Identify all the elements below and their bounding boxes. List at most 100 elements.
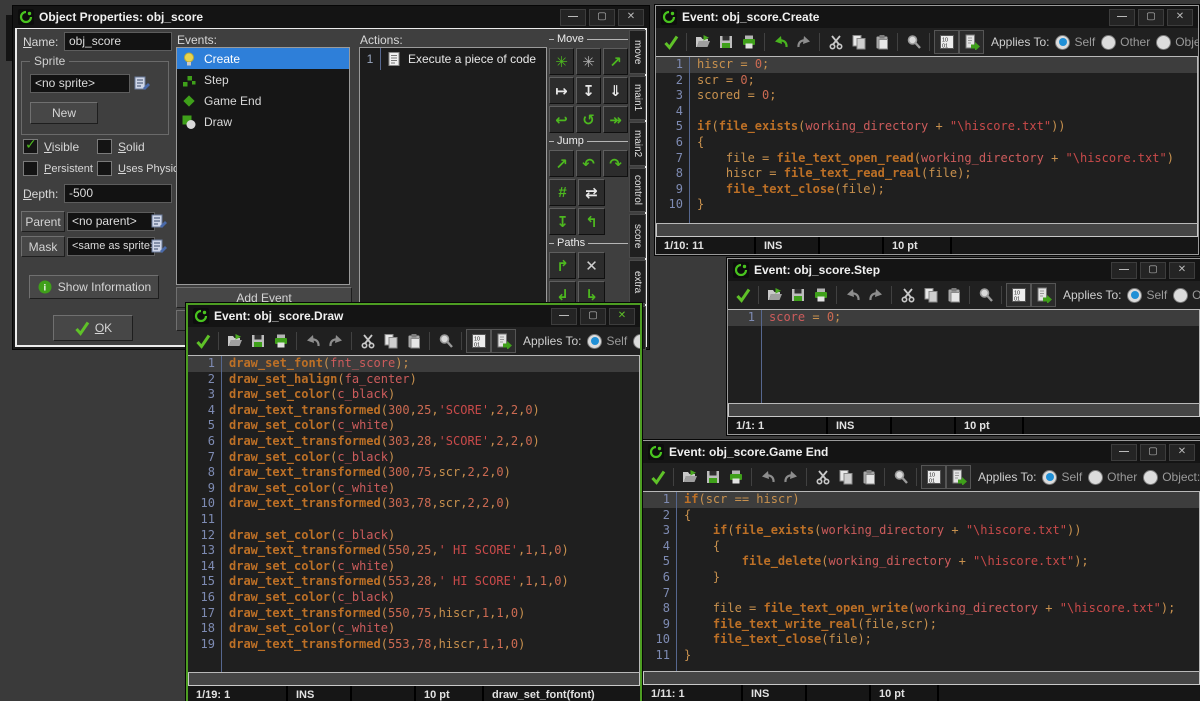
checkbox-icon[interactable] — [97, 139, 112, 154]
action-tab-main1[interactable]: main1 — [629, 76, 646, 120]
code-editor[interactable]: 1hiscr = 0;2scr = 0;3scored = 0;45if(fil… — [656, 56, 1198, 224]
goto-line-button[interactable]: 1001 — [934, 30, 959, 54]
close-icon[interactable]: ✕ — [1169, 444, 1195, 461]
applies-to-option[interactable]: Object: — [1156, 35, 1198, 50]
radio-icon[interactable] — [633, 334, 640, 349]
copy-button[interactable] — [847, 31, 870, 53]
maximize-icon[interactable]: ▢ — [1140, 444, 1166, 461]
maximize-icon[interactable]: ▢ — [1138, 9, 1164, 26]
bounce-button[interactable]: ↰ — [578, 208, 605, 235]
maximize-icon[interactable]: ▢ — [1140, 262, 1166, 279]
cut-button[interactable] — [896, 284, 919, 306]
event-window-titlebar[interactable]: Event: obj_score.Draw—▢✕ — [188, 305, 640, 327]
close-icon[interactable]: ✕ — [618, 9, 644, 26]
path-end-button[interactable]: ✕ — [578, 252, 605, 279]
applies-to-option[interactable]: Other — [1173, 288, 1200, 303]
code-editor[interactable]: 1score = 0; — [728, 309, 1200, 404]
parent-input[interactable]: <no parent> — [67, 212, 155, 231]
radio-icon[interactable] — [1055, 35, 1070, 50]
redo-button[interactable] — [792, 31, 815, 53]
event-window-titlebar[interactable]: Event: obj_score.Create—▢✕ — [656, 6, 1198, 28]
save-button[interactable] — [714, 31, 737, 53]
action-tab-extra[interactable]: extra — [629, 260, 646, 304]
paste-button[interactable] — [870, 31, 893, 53]
checkbox-persistent[interactable]: Persistent — [23, 161, 93, 176]
goto-line-button[interactable]: 1001 — [466, 329, 491, 353]
set-friction-button[interactable]: ↠ — [603, 106, 628, 133]
wrap-screen-button[interactable]: ⇄ — [578, 179, 605, 206]
export-button[interactable] — [1031, 283, 1056, 307]
cut-button[interactable] — [824, 31, 847, 53]
close-icon[interactable]: ✕ — [609, 308, 635, 325]
code-editor[interactable]: 1if(scr == hiscr)2{3 if(file_exists(work… — [643, 491, 1200, 672]
sprite-input[interactable]: <no sprite> — [30, 74, 130, 93]
radio-icon[interactable] — [1143, 470, 1158, 485]
goto-line-button[interactable]: 1001 — [921, 465, 946, 489]
maximize-icon[interactable]: ▢ — [589, 9, 615, 26]
checkbox-icon[interactable] — [23, 161, 38, 176]
minimize-icon[interactable]: — — [560, 9, 586, 26]
undo-button[interactable] — [841, 284, 864, 306]
move-towards-button[interactable]: ↗ — [603, 48, 628, 75]
event-item-game-end[interactable]: Game End — [177, 90, 349, 111]
parent-button[interactable]: Parent — [21, 211, 65, 232]
redo-button[interactable] — [779, 466, 802, 488]
maximize-icon[interactable]: ▢ — [580, 308, 606, 325]
depth-input[interactable]: -500 — [64, 184, 172, 203]
jump-position-button[interactable]: ↗ — [549, 150, 574, 177]
redo-button[interactable] — [864, 284, 887, 306]
event-item-create[interactable]: Create — [177, 48, 349, 69]
checkbox-icon[interactable] — [97, 161, 112, 176]
parent-menu-icon[interactable] — [151, 213, 167, 229]
name-input[interactable]: obj_score — [64, 32, 172, 51]
open-button[interactable] — [678, 466, 701, 488]
close-icon[interactable]: ✕ — [1169, 262, 1195, 279]
move-free-button[interactable]: ✳ — [576, 48, 601, 75]
search-button[interactable] — [434, 330, 457, 352]
event-window-titlebar[interactable]: Event: obj_score.Step—▢✕ — [728, 259, 1200, 281]
action-tab-control[interactable]: control — [629, 168, 646, 212]
undo-button[interactable] — [769, 31, 792, 53]
path-start-button[interactable]: ↱ — [549, 252, 576, 279]
paste-button[interactable] — [857, 466, 880, 488]
search-button[interactable] — [974, 284, 997, 306]
minimize-icon[interactable]: — — [1111, 262, 1137, 279]
open-button[interactable] — [223, 330, 246, 352]
ok-button[interactable]: OK — [53, 315, 133, 341]
applies-to-option[interactable]: Self — [587, 334, 627, 349]
applies-to-option[interactable]: Other — [633, 334, 640, 349]
accept-button[interactable] — [646, 466, 669, 488]
radio-icon[interactable] — [1088, 470, 1103, 485]
cut-button[interactable] — [811, 466, 834, 488]
applies-to-option[interactable]: Other — [1088, 470, 1137, 485]
save-button[interactable] — [786, 284, 809, 306]
radio-icon[interactable] — [1042, 470, 1057, 485]
action-item[interactable]: 1Execute a piece of code — [360, 48, 546, 70]
mask-button[interactable]: Mask — [21, 236, 65, 257]
accept-button[interactable] — [731, 284, 754, 306]
radio-icon[interactable] — [1173, 288, 1188, 303]
object-properties-titlebar[interactable]: Object Properties: obj_score — ▢ ✕ — [13, 6, 649, 28]
open-button[interactable] — [691, 31, 714, 53]
new-sprite-button[interactable]: New — [30, 102, 98, 124]
action-tab-score[interactable]: score — [629, 214, 646, 258]
export-button[interactable] — [491, 329, 516, 353]
show-information-button[interactable]: iShow Information — [29, 275, 159, 299]
save-button[interactable] — [701, 466, 724, 488]
sprite-menu-icon[interactable] — [134, 75, 150, 91]
checkbox-visible[interactable]: ✓Visible — [23, 139, 79, 154]
reverse-vertical-button[interactable]: ↺ — [576, 106, 601, 133]
jump-random-button[interactable]: ↷ — [603, 150, 628, 177]
applies-to-option[interactable]: Self — [1127, 288, 1167, 303]
radio-icon[interactable] — [1127, 288, 1142, 303]
set-gravity-button[interactable]: ⇓ — [603, 77, 628, 104]
search-button[interactable] — [889, 466, 912, 488]
mask-menu-icon[interactable] — [151, 238, 167, 254]
checkbox-solid[interactable]: Solid — [97, 139, 145, 154]
goto-line-button[interactable]: 1001 — [1006, 283, 1031, 307]
redo-button[interactable] — [324, 330, 347, 352]
export-button[interactable] — [959, 30, 984, 54]
radio-icon[interactable] — [1156, 35, 1171, 50]
applies-to-option[interactable]: Self — [1042, 470, 1082, 485]
copy-button[interactable] — [834, 466, 857, 488]
